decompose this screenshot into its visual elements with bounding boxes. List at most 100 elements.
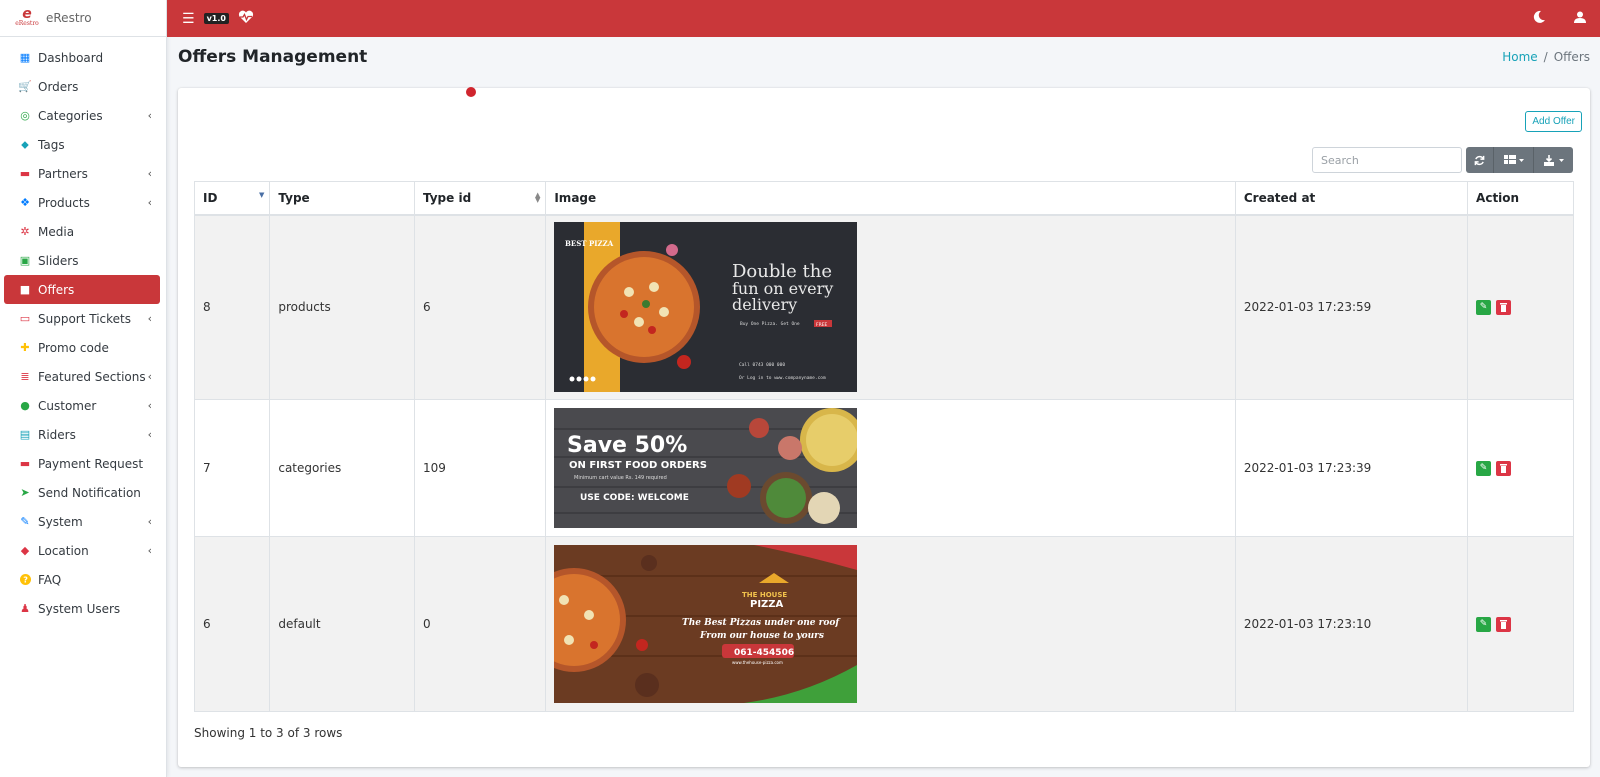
add-offer-button[interactable]: Add Offer [1525,111,1582,132]
cell-action: ✎ [1467,399,1574,537]
columns-toggle-icon[interactable] [1494,147,1534,173]
sidebar-item-system-users[interactable]: ♟ System Users [4,594,160,623]
sidebar-item-featured-sections[interactable]: ≣ Featured Sections ‹ [4,362,160,391]
cell-action: ✎ [1467,214,1574,400]
banner-sub: ON FIRST FOOD ORDERS [569,460,707,471]
paper-plane-icon: ➤ [20,486,30,499]
banner-web: Or Log in to www.companyname.com [739,375,826,381]
col-created-at: Created at [1234,181,1469,216]
col-action: Action [1467,181,1574,216]
edit-icon[interactable]: ✎ [1476,616,1492,632]
sidebar-item-label: Media [38,224,75,239]
media-icon: ✲ [20,225,30,238]
sidebar-item-faq[interactable]: ? FAQ [4,565,160,594]
menu-toggle-icon[interactable]: ☰ [182,11,195,27]
chevron-left-icon: ‹ [147,167,152,180]
chevron-left-icon: ‹ [147,312,152,325]
col-type-id[interactable]: Type id ▲ ▼ [413,181,547,216]
sidebar-item-riders[interactable]: ▤ Riders ‹ [4,420,160,449]
topbar: ☰ v1.0 [167,0,1600,37]
sidebar-item-support-tickets[interactable]: ▭ Support Tickets ‹ [4,304,160,333]
money-icon: ▬ [19,457,31,470]
sidebar-item-products[interactable]: ❖ Products ‹ [4,188,160,217]
sidebar-item-label: Categories [38,108,103,123]
edit-icon[interactable]: ✎ [1476,299,1492,315]
cell-created-at: 2022-01-03 17:23:10 [1234,536,1469,712]
breadcrumb: Home / Offers [1502,50,1590,64]
sort-desc-icon[interactable]: ▼ [259,192,264,199]
trash-icon[interactable] [1496,299,1512,315]
sidebar-item-sliders[interactable]: ▣ Sliders [4,246,160,275]
sidebar-item-partners[interactable]: ▬ Partners ‹ [4,159,160,188]
col-type: Type [269,181,415,216]
layers-icon: ≣ [20,370,30,383]
breadcrumb-current: Offers [1553,50,1590,64]
cell-type: categories [269,399,415,537]
sidebar-item-categories[interactable]: ◎ Categories ‹ [4,101,160,130]
sidebar-item-label: System Users [38,601,121,616]
sidebar-item-payment-request[interactable]: ▬ Payment Request [4,449,160,478]
edit-icon[interactable]: ✎ [1476,460,1492,476]
cart-icon: 🛒 [18,80,32,93]
sidebar-item-location[interactable]: ◆ Location ‹ [4,536,160,565]
table-tools [1466,147,1573,173]
sidebar-item-label: FAQ [38,572,62,587]
search-input[interactable] [1312,147,1462,173]
sidebar-item-label: System [38,514,83,529]
trash-icon[interactable] [1496,616,1512,632]
table-row: 7 categories 109 Save 50% ON FIRST FOOD … [193,399,1574,537]
col-id[interactable]: ID ▼ [193,181,271,216]
puzzle-icon: ✚ [20,341,30,354]
sidebar-item-label: Riders [38,427,76,442]
cell-id: 6 [193,536,271,712]
user-icon: ● [20,399,30,412]
dark-mode-icon[interactable] [1533,10,1546,27]
sidebar-item-orders[interactable]: 🛒 Orders [4,72,160,101]
sidebar-item-label: Support Tickets [38,311,132,326]
chevron-left-icon: ‹ [147,196,152,209]
sidebar-item-system[interactable]: ✎ System ‹ [4,507,160,536]
chevron-left-icon: ‹ [147,515,152,528]
user-menu-icon[interactable] [1574,11,1586,27]
sidebar-item-promo-code[interactable]: ✚ Promo code [4,333,160,362]
offer-banner-image[interactable]: Save 50% ON FIRST FOOD ORDERS Minimum ca… [554,408,858,528]
cell-id: 8 [193,214,271,400]
table-row: 8 products 6 BEST PIZZA Double the fun o… [193,214,1574,400]
sidebar-item-dashboard[interactable]: ▦ Dashboard [4,43,160,72]
sidebar-item-label: Payment Request [38,456,144,471]
breadcrumb-home[interactable]: Home [1502,50,1537,64]
cubes-icon: ❖ [20,196,30,209]
sidebar-item-send-notification[interactable]: ➤ Send Notification [4,478,160,507]
export-icon[interactable] [1534,147,1573,173]
sort-icon[interactable]: ▲ ▼ [535,192,540,204]
sidebar-item-label: Send Notification [38,485,141,500]
offer-banner-image[interactable]: THE HOUSE PIZZA The Best Pizzas under on… [554,545,858,703]
wrench-icon: ✎ [20,515,30,528]
trash-icon[interactable] [1496,460,1512,476]
brand-name: eRestro [46,11,92,25]
sidebar-item-customer[interactable]: ● Customer ‹ [4,391,160,420]
banner-web: www.thehouse-pizza.com [732,660,783,665]
cell-type-id: 6 [413,214,547,400]
question-icon: ? [18,573,32,587]
heartbeat-icon[interactable] [238,10,254,28]
cell-image: BEST PIZZA Double the fun on every deliv… [545,214,1236,400]
refresh-icon[interactable] [1466,147,1494,173]
sidebar-item-media[interactable]: ✲ Media [4,217,160,246]
cell-id: 7 [193,399,271,537]
offer-banner-image[interactable]: BEST PIZZA Double the fun on every deliv… [554,222,858,393]
cell-created-at: 2022-01-03 17:23:39 [1234,399,1469,537]
id-badge-icon: ▤ [19,428,31,441]
bullseye-icon: ◎ [20,109,30,122]
cell-image: THE HOUSE PIZZA The Best Pizzas under on… [545,536,1236,712]
cell-type-id: 0 [413,536,547,712]
brand[interactable]: e eRestro eRestro [0,0,166,37]
sidebar-item-offers[interactable]: ■ Offers [4,275,160,304]
sidebar-item-label: Customer [38,398,97,413]
cell-type: products [269,214,415,400]
banner-badge: FREE [816,322,828,328]
sidebar-item-tags[interactable]: ⬥ Tags [4,130,160,159]
chevron-left-icon: ‹ [147,544,152,557]
banner-brand: BEST PIZZA [565,239,614,248]
cell-image: Save 50% ON FIRST FOOD ORDERS Minimum ca… [545,399,1236,537]
